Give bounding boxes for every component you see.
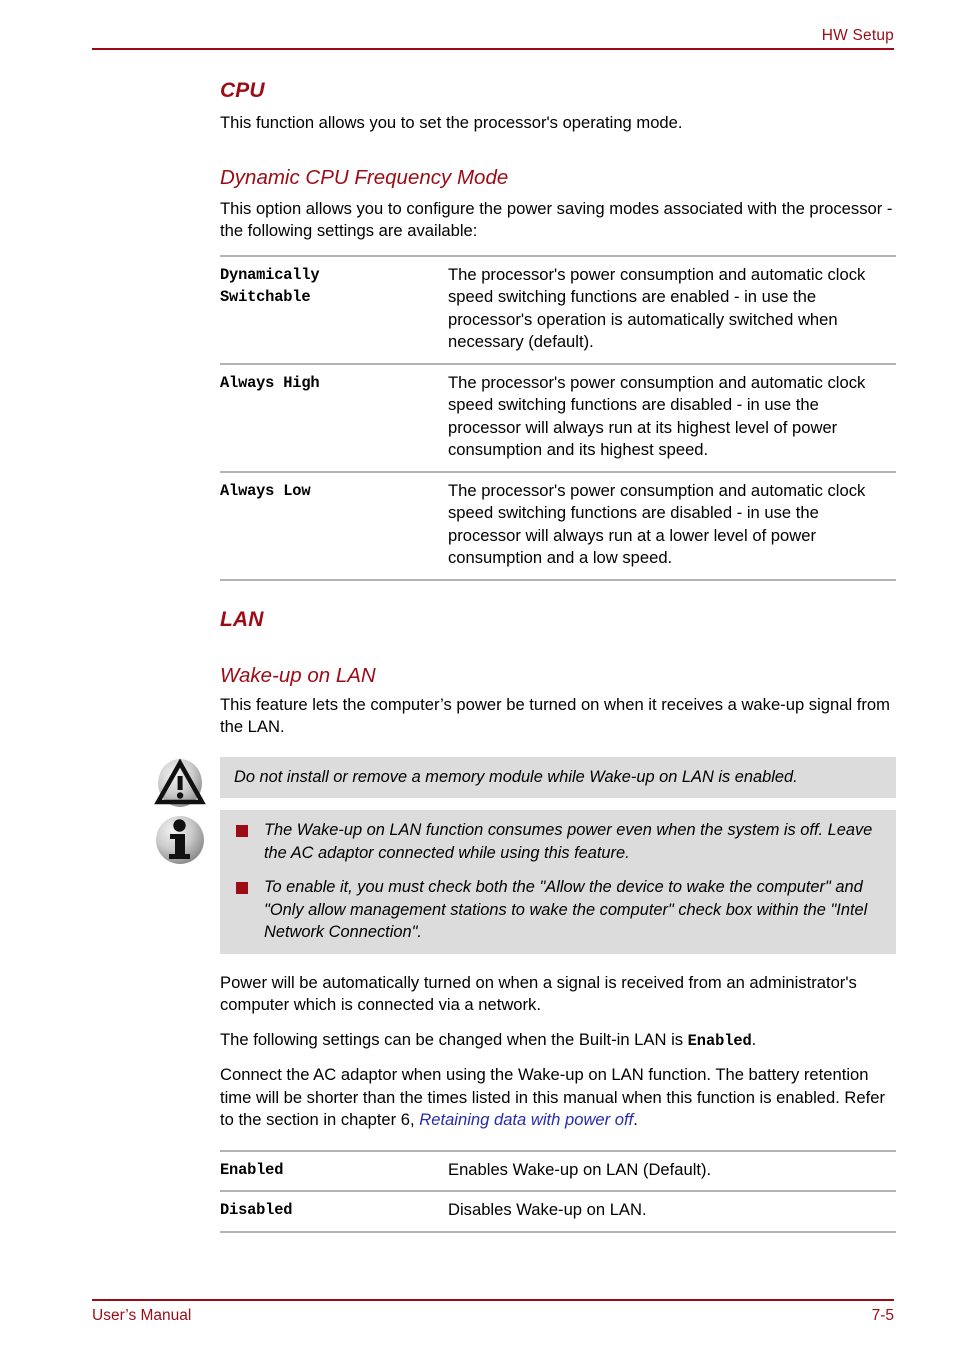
page-content: CPU This function allows you to set the … bbox=[154, 78, 896, 1233]
list-item: The Wake-up on LAN function consumes pow… bbox=[234, 819, 882, 864]
lan-paragraph-3: Connect the AC adaptor when using the Wa… bbox=[220, 1064, 896, 1132]
lan-paragraph-1: Power will be automatically turned on wh… bbox=[220, 972, 857, 1015]
note-bullet-text: To enable it, you must check both the "A… bbox=[264, 878, 868, 941]
table-row: Enabled Enables Wake-up on LAN (Default)… bbox=[220, 1149, 896, 1191]
lan-paragraph-3-suffix: . bbox=[633, 1110, 638, 1129]
table-row: Disabled Disables Wake-up on LAN. bbox=[220, 1190, 896, 1233]
table-cell-description: The processor's power consumption and au… bbox=[448, 362, 896, 472]
table-cell-term: Enabled bbox=[220, 1149, 448, 1191]
table-cell-description: The processor's power consumption and au… bbox=[448, 470, 896, 581]
page-number: 7-5 bbox=[871, 1307, 894, 1324]
term-line-1: Disabled bbox=[220, 1201, 293, 1219]
table-cell-term: Disabled bbox=[220, 1190, 448, 1233]
table-cell-description: Enables Wake-up on LAN (Default). bbox=[448, 1149, 896, 1191]
lan-paragraph-2: The following settings can be changed wh… bbox=[220, 1029, 896, 1053]
subsection-heading-dynamic-cpu-frequency-mode: Dynamic CPU Frequency Mode bbox=[220, 165, 509, 189]
section-heading-cpu: CPU bbox=[220, 79, 265, 102]
caution-triangle-icon bbox=[152, 757, 208, 809]
footer-row: User’s Manual 7-5 bbox=[92, 1306, 894, 1325]
lan-paragraph-2-text: The following settings can be changed wh… bbox=[220, 1029, 688, 1049]
table-cell-term: Always Low bbox=[220, 470, 448, 581]
list-item: To enable it, you must check both the "A… bbox=[234, 876, 882, 944]
info-circle-icon bbox=[152, 812, 208, 864]
wake-up-on-lan-settings-table: Enabled Enables Wake-up on LAN (Default)… bbox=[220, 1149, 896, 1233]
section-heading-lan: LAN bbox=[220, 607, 264, 631]
table-cell-description: The processor's power consumption and au… bbox=[448, 254, 896, 364]
note-callout: The Wake-up on LAN function consumes pow… bbox=[156, 810, 896, 954]
term-line-1: Always Low bbox=[220, 481, 311, 500]
table-row: Always High The processor's power consum… bbox=[220, 362, 896, 472]
header-title: HW Setup bbox=[821, 27, 894, 44]
wake-up-on-lan-intro-paragraph: This feature lets the computer’s power b… bbox=[220, 694, 890, 737]
table-cell-term: Always High bbox=[220, 362, 448, 472]
table-cell-description: Disables Wake-up on LAN. bbox=[448, 1190, 896, 1233]
term-line-1: Always High bbox=[220, 373, 320, 392]
cpu-settings-table-body: Dynamically Switchable The processor's p… bbox=[220, 254, 896, 581]
note-box: The Wake-up on LAN function consumes pow… bbox=[220, 810, 896, 954]
term-line-2: Switchable bbox=[220, 288, 311, 306]
table-cell-term: Dynamically Switchable bbox=[220, 254, 448, 364]
footer-rule bbox=[92, 1299, 894, 1301]
subsection-heading-wake-up-on-lan: Wake-up on LAN bbox=[220, 663, 376, 687]
caution-callout: Do not install or remove a memory module… bbox=[154, 756, 896, 807]
table-row: Always Low The processor's power consump… bbox=[220, 470, 896, 581]
page-header: HW Setup bbox=[92, 26, 894, 50]
caution-box: Do not install or remove a memory module… bbox=[220, 756, 896, 798]
cpu-settings-table: Dynamically Switchable The processor's p… bbox=[220, 254, 896, 581]
footer-manual-label: User’s Manual bbox=[92, 1307, 192, 1324]
header-rule bbox=[92, 48, 894, 50]
note-bullet-text: The Wake-up on LAN function consumes pow… bbox=[264, 821, 873, 862]
note-bullet-list: The Wake-up on LAN function consumes pow… bbox=[234, 819, 882, 944]
square-bullet-icon bbox=[236, 882, 248, 894]
term-line-1: Dynamically bbox=[220, 265, 320, 284]
table-row: Dynamically Switchable The processor's p… bbox=[220, 254, 896, 364]
page-footer: User’s Manual 7-5 bbox=[92, 1299, 894, 1325]
term-line-1: Enabled bbox=[220, 1160, 284, 1179]
square-bullet-icon bbox=[236, 825, 248, 837]
caution-text: Do not install or remove a memory module… bbox=[234, 767, 798, 786]
dynamic-cpu-intro-paragraph: This option allows you to configure the … bbox=[220, 198, 893, 241]
document-page: HW Setup CPU This function allows you to… bbox=[0, 0, 954, 1351]
wake-up-on-lan-table-body: Enabled Enables Wake-up on LAN (Default)… bbox=[220, 1149, 896, 1233]
lan-paragraph-2-suffix: . bbox=[751, 1029, 757, 1049]
cpu-intro-paragraph: This function allows you to set the proc… bbox=[220, 113, 683, 132]
lan-paragraph-2-value: Enabled bbox=[687, 1031, 752, 1050]
cross-reference-link[interactable]: Retaining data with power off bbox=[419, 1110, 633, 1129]
